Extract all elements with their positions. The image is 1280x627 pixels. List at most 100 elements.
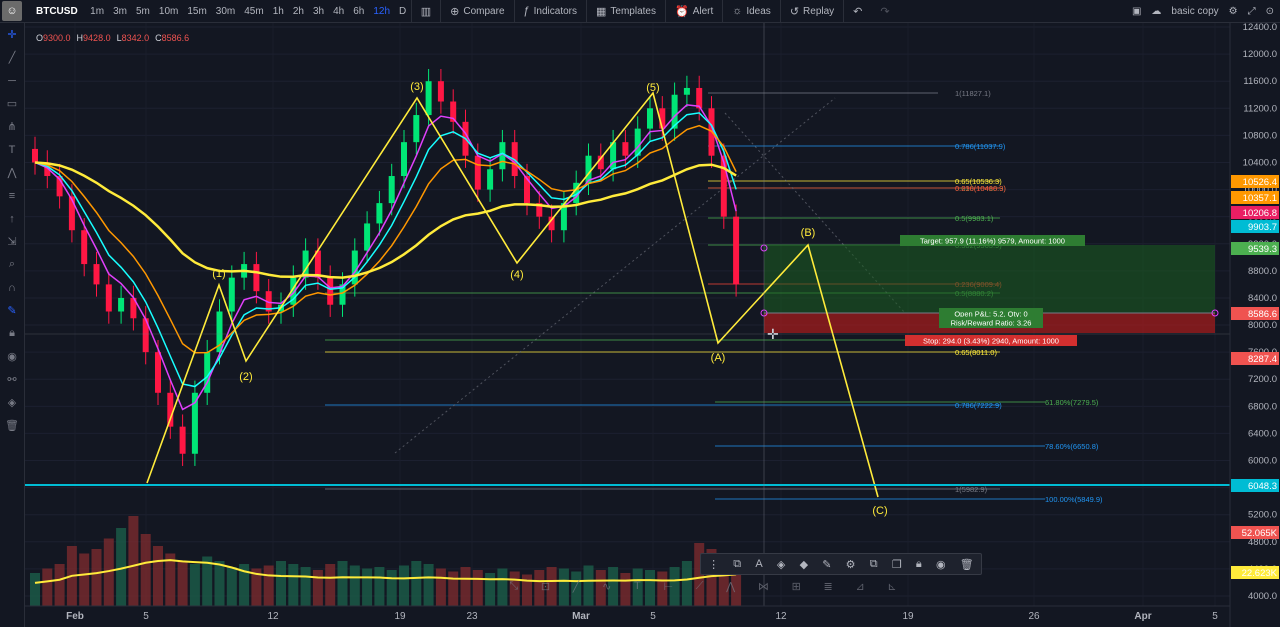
text-icon[interactable]: T <box>0 138 24 161</box>
candle-body <box>696 87 703 109</box>
volume-bar <box>423 564 434 606</box>
timeframe-4h[interactable]: 4h <box>329 6 349 17</box>
time-tick: 5 <box>1212 611 1218 622</box>
hide-drawings-icon[interactable]: ◉ <box>0 345 24 368</box>
pattern2-icon[interactable]: ⋈ <box>758 580 769 593</box>
timeframe-2h[interactable]: 2h <box>288 6 308 17</box>
timeframe-6h[interactable]: 6h <box>349 6 369 17</box>
pattern-icon[interactable]: ⋀ <box>0 161 24 184</box>
settings-icon[interactable]: ⚙ <box>1229 6 1238 17</box>
cursor-icon[interactable]: ⤡ <box>509 580 518 593</box>
fill-icon[interactable]: ◈ <box>777 558 785 571</box>
lock-icon[interactable]: 🔒︎ <box>916 558 922 571</box>
fib-level-label: 61.80%(7279.5) <box>1045 398 1099 407</box>
price-label: 22.623K <box>1242 568 1278 579</box>
price-label: 6048.3 <box>1248 481 1277 492</box>
arrow-icon[interactable]: ↑ <box>0 207 24 230</box>
alert-button[interactable]: ⏰ Alert <box>664 0 722 22</box>
timeframe-30m[interactable]: 30m <box>211 6 239 17</box>
timeframe-10m[interactable]: 10m <box>154 6 182 17</box>
timeframe-45m[interactable]: 45m <box>240 6 268 17</box>
price-label: 8287.4 <box>1248 354 1277 365</box>
wave-label: (4) <box>510 269 523 281</box>
timeframe-1h[interactable]: 1h <box>268 6 288 17</box>
drag-handle-icon[interactable]: ⋮ <box>708 558 719 571</box>
time-tick: 12 <box>775 611 787 622</box>
template-icon[interactable]: ⧉ <box>733 558 741 571</box>
fib-icon[interactable]: ≡ <box>0 184 24 207</box>
timeframe-3m[interactable]: 3m <box>109 6 132 17</box>
candle-body <box>155 352 161 393</box>
price-chart[interactable]: 1(11827.1)0.786(11037.9)0.65(10536.3)0.6… <box>25 23 1280 627</box>
gear-icon[interactable]: ⚙ <box>846 558 856 571</box>
fullscreen-icon[interactable]: ⤢ <box>1248 6 1256 17</box>
text-tool-icon[interactable]: T <box>634 580 641 592</box>
ideas-button[interactable]: ☼ Ideas <box>722 0 780 22</box>
line-icon[interactable]: ╱ <box>573 580 580 593</box>
layout-name[interactable]: basic copy <box>1171 6 1218 17</box>
redo-button[interactable]: ↷ <box>871 0 898 22</box>
volume-bar <box>386 570 397 606</box>
wave-label: (A) <box>711 352 726 364</box>
pencil-icon[interactable]: ✎ <box>822 558 831 571</box>
user-avatar[interactable]: ☺ <box>2 1 22 21</box>
hline-icon[interactable]: ⊢ <box>663 580 673 593</box>
zoom-icon[interactable]: ⌕ <box>0 253 24 276</box>
replay-button[interactable]: ↺ Replay <box>779 0 843 22</box>
eye-icon[interactable]: ◉ <box>936 558 946 571</box>
timeframe-12h[interactable]: 12h <box>369 6 395 17</box>
trash-icon[interactable]: 🗑︎ <box>960 558 974 571</box>
background-icon[interactable]: ◆ <box>800 558 808 571</box>
price-label: 9903.7 <box>1248 222 1277 233</box>
measure-icon[interactable]: ⇲ <box>0 230 24 253</box>
drawing-properties-toolbar: ⋮ ⧉ A ◈ ◆ ✎ ⚙ ⧉ ❐ 🔒︎ ◉ 🗑︎ <box>700 553 982 575</box>
duplicate-icon[interactable]: ❐ <box>892 558 902 571</box>
timeframe-1m[interactable]: 1m <box>86 6 109 17</box>
lock-drawings-icon[interactable]: 🔒︎ <box>0 322 24 345</box>
timeframe-5m[interactable]: 5m <box>131 6 154 17</box>
timeframe-3h[interactable]: 3h <box>308 6 328 17</box>
price-tick: 6800.0 <box>1248 401 1277 412</box>
symbol-search[interactable]: BTCUSD <box>26 6 86 17</box>
timeframe-15m[interactable]: 15m <box>183 6 211 17</box>
indicators-button[interactable]: ƒ Indicators <box>513 0 586 22</box>
crosshair-cursor: ✛ <box>767 326 779 342</box>
compare-button[interactable]: ⊕ Compare <box>440 0 513 22</box>
time-tick: 23 <box>466 611 478 622</box>
camera-icon[interactable]: ⊙ <box>1266 6 1274 17</box>
grid-icon[interactable]: ⊞ <box>792 580 801 593</box>
price-tick: 11600.0 <box>1243 76 1277 87</box>
gann-icon[interactable]: ⊿ <box>855 580 864 593</box>
text-color-icon[interactable]: A <box>755 558 762 570</box>
fib-tool-icon[interactable]: ≣ <box>824 580 833 593</box>
magnet-icon[interactable]: ∩ <box>0 276 24 299</box>
candle-body <box>437 81 444 102</box>
undo-button[interactable]: ↶ <box>843 0 871 22</box>
stay-drawing-icon[interactable]: ✎ <box>0 299 24 322</box>
curve-icon[interactable]: ∿ <box>602 580 611 593</box>
chart-type-button[interactable]: ▥ <box>410 0 440 22</box>
candle-body <box>228 277 235 312</box>
square-icon[interactable]: ⊡ <box>541 580 550 593</box>
templates-button[interactable]: ▦ Templates <box>586 0 665 22</box>
pitchfork-icon[interactable]: ⋔ <box>0 115 24 138</box>
horizontal-line-icon[interactable]: ─ <box>0 69 24 92</box>
ruler-icon[interactable]: ⟋ <box>696 580 704 593</box>
rectangle-icon[interactable]: ▭ <box>0 92 24 115</box>
volume-bar <box>312 570 323 606</box>
candle-body <box>179 426 186 454</box>
link-icon[interactable]: ⚯ <box>0 368 24 391</box>
layers-icon[interactable]: ◈ <box>0 391 24 414</box>
layout-grid-icon[interactable]: ▣ <box>1132 6 1141 17</box>
copy-icon[interactable]: ⧉ <box>870 558 878 571</box>
pattern-tool-icon[interactable]: ⋀ <box>726 580 735 593</box>
ohlc-close: C8586.6 <box>155 33 190 43</box>
price-label: 10357.1 <box>1243 193 1277 204</box>
trendline-icon[interactable]: ╱ <box>0 46 24 69</box>
volume-bar <box>288 564 299 606</box>
crosshair-icon[interactable]: ✛ <box>0 23 24 46</box>
time-tick: Mar <box>572 611 590 622</box>
measure-tool-icon[interactable]: ⊾ <box>887 580 896 593</box>
timeframe-D[interactable]: D <box>395 6 411 17</box>
trash-icon[interactable]: 🗑︎ <box>0 414 24 437</box>
